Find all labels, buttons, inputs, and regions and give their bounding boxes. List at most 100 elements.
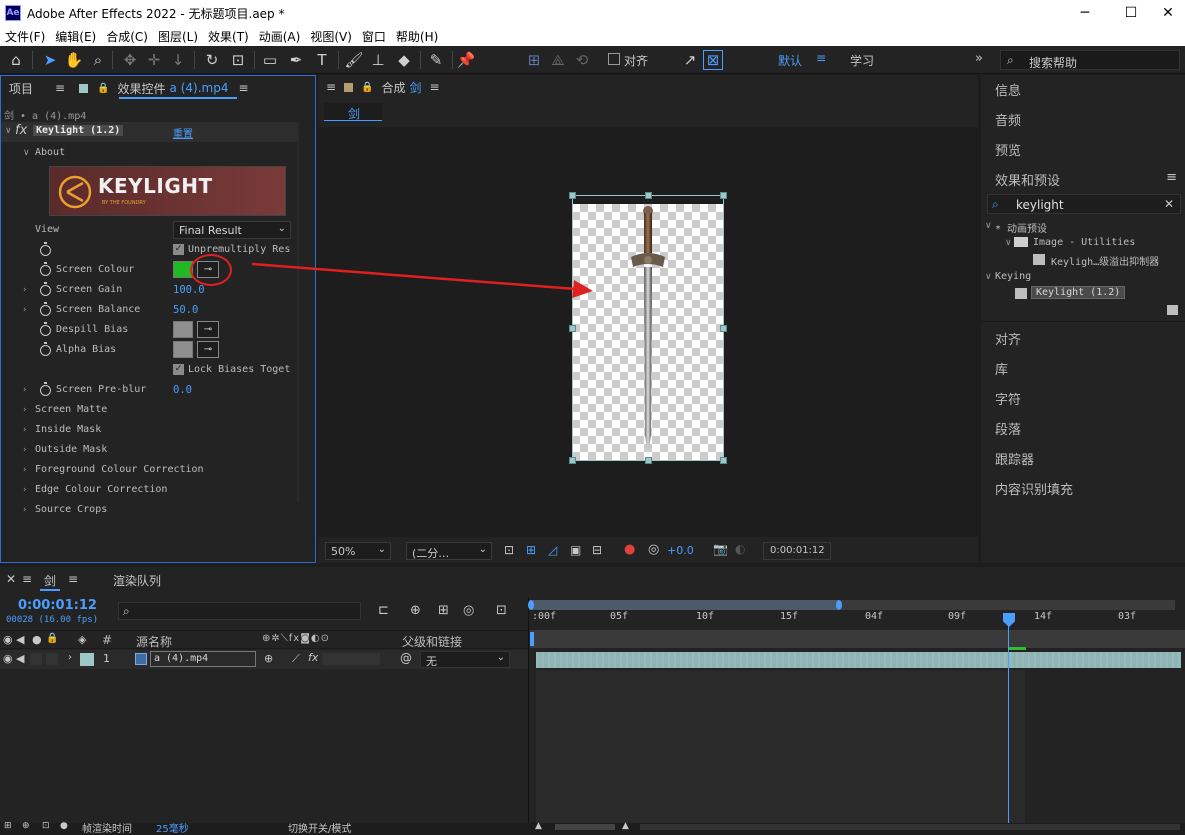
snapshot-icon[interactable]: 📷 bbox=[713, 542, 728, 556]
transparency-grid-icon[interactable]: ⊞ bbox=[526, 543, 536, 557]
reset-link[interactable]: 重置 bbox=[173, 125, 193, 140]
resolution-dropdown[interactable]: (二分… ⌄ bbox=[406, 542, 492, 560]
tab-effect-controls[interactable]: 效果控件 bbox=[118, 80, 166, 97]
work-area-start-handle[interactable] bbox=[528, 600, 534, 610]
toggle-switches-icon[interactable]: ⊞ bbox=[4, 821, 12, 831]
tab-composition[interactable]: 合成 bbox=[382, 79, 406, 96]
panel-effects-presets[interactable]: 效果和预设 bbox=[995, 170, 1060, 189]
eye-icon[interactable]: ◉ bbox=[3, 633, 13, 646]
solo-toggle[interactable] bbox=[30, 653, 42, 665]
panel-paragraph[interactable]: 段落 bbox=[995, 419, 1021, 438]
region-interest-icon[interactable]: ▣ bbox=[570, 543, 581, 557]
panel-align[interactable]: 对齐 bbox=[995, 329, 1021, 348]
tree-keylight-item[interactable]: Keylight (1.2) bbox=[1031, 286, 1126, 299]
new-preset-icon[interactable] bbox=[1167, 305, 1178, 315]
twirl-icon[interactable]: › bbox=[23, 305, 27, 315]
effect-header-row[interactable]: ∨ fx Keylight (1.2) 重置 bbox=[1, 122, 297, 142]
panel-menu-icon[interactable]: ≡ bbox=[326, 80, 336, 94]
fast-preview-icon[interactable]: ⊡ bbox=[504, 543, 514, 557]
menu-window[interactable]: 窗口 bbox=[357, 28, 391, 45]
eraser-tool-icon[interactable]: ◆ bbox=[394, 50, 414, 70]
snap-grid-icon[interactable]: ⊠ bbox=[703, 50, 723, 70]
clear-search-icon[interactable]: ✕ bbox=[1164, 197, 1174, 211]
effects-panel-menu-icon[interactable]: ≡ bbox=[238, 81, 248, 95]
timeline-timecode[interactable]: 0:00:01:12 bbox=[18, 598, 97, 613]
snap-icon-3[interactable]: ⟲ bbox=[572, 50, 592, 70]
comp-subtab[interactable]: 剑 bbox=[324, 103, 382, 121]
comp-mini-flowchart-icon[interactable]: ⊏ bbox=[378, 603, 389, 618]
source-name-header[interactable]: 源名称 bbox=[136, 633, 172, 650]
twirl-icon[interactable]: › bbox=[23, 445, 27, 455]
twirl-icon[interactable]: › bbox=[23, 285, 27, 295]
transform-handle[interactable] bbox=[569, 325, 576, 332]
close-icon[interactable]: ✕ bbox=[6, 572, 16, 586]
transform-handle[interactable] bbox=[569, 192, 576, 199]
lock-icon[interactable]: 🔒 bbox=[46, 633, 58, 644]
twirl-icon[interactable]: › bbox=[23, 465, 27, 475]
menu-composition[interactable]: 合成(C) bbox=[101, 28, 153, 45]
clone-tool-icon[interactable]: ⊥ bbox=[368, 50, 388, 70]
zoom-out-icon[interactable]: ▲ bbox=[535, 821, 542, 831]
search-help-field[interactable]: ⌕ 搜索帮助 bbox=[1000, 50, 1180, 70]
snap-icon-2[interactable]: ⟁ bbox=[548, 50, 568, 70]
color-management-icon[interactable]: ◎ bbox=[648, 542, 659, 557]
panel-audio[interactable]: 音频 bbox=[995, 110, 1021, 129]
anchor-tool-icon[interactable]: ⊡ bbox=[228, 50, 248, 70]
transform-handle[interactable] bbox=[645, 192, 652, 199]
comp-timecode[interactable]: 0:00:01:12 bbox=[763, 542, 831, 560]
tab-comp-name[interactable]: 剑 bbox=[410, 79, 422, 96]
menu-layer[interactable]: 图层(L) bbox=[153, 28, 203, 45]
frame-blending-icon[interactable]: ⊞ bbox=[438, 603, 449, 618]
work-area-range[interactable] bbox=[530, 600, 838, 610]
comp-viewer[interactable] bbox=[318, 127, 978, 537]
panel-library[interactable]: 库 bbox=[995, 359, 1008, 378]
zoom-dropdown[interactable]: 50% ⌄ bbox=[325, 542, 391, 560]
alpha-bias-swatch[interactable] bbox=[173, 341, 193, 358]
transform-handle[interactable] bbox=[569, 457, 576, 464]
exposure-value[interactable]: +0.0 bbox=[667, 544, 694, 557]
snap-arrow-icon[interactable]: ↗ bbox=[680, 50, 700, 70]
type-tool-icon[interactable]: T bbox=[312, 50, 332, 70]
audio-icon[interactable]: ◀ bbox=[16, 633, 24, 646]
timeline-search[interactable]: ⌕ bbox=[118, 602, 361, 620]
snap-icon-1[interactable]: ⊞ bbox=[524, 50, 544, 70]
transform-handle[interactable] bbox=[720, 192, 727, 199]
panel-menu-icon[interactable]: ≡ bbox=[55, 81, 65, 95]
quality-switch-icon[interactable]: ⟋ bbox=[292, 652, 300, 666]
rectangle-tool-icon[interactable]: ▭ bbox=[260, 50, 280, 70]
layer-twirl-icon[interactable]: › bbox=[68, 652, 72, 663]
solo-icon[interactable]: ● bbox=[32, 633, 42, 646]
align-checkbox[interactable] bbox=[608, 53, 620, 65]
workspace-menu-icon[interactable]: ≡ bbox=[816, 51, 826, 65]
stopwatch-icon[interactable] bbox=[40, 282, 51, 296]
menu-view[interactable]: 视图(V) bbox=[305, 28, 357, 45]
toggle-modes-icon[interactable]: ⊕ bbox=[22, 821, 30, 831]
layer-row[interactable]: ◉ ◀ › 1 a (4).mp4 ⊕ ⟋ fx @ 无 ⌄ bbox=[0, 650, 528, 669]
twirl-icon[interactable]: › bbox=[23, 405, 27, 415]
zoom-slider[interactable] bbox=[555, 824, 615, 830]
group-outside-mask[interactable]: Outside Mask bbox=[35, 444, 107, 455]
transform-handle[interactable] bbox=[720, 325, 727, 332]
work-area-bar[interactable] bbox=[528, 600, 1175, 610]
workspace-learn[interactable]: 学习 bbox=[850, 52, 874, 69]
stopwatch-icon[interactable] bbox=[40, 242, 51, 256]
more-workspaces-icon[interactable]: » bbox=[975, 51, 983, 66]
selection-tool-icon[interactable]: ➤ bbox=[40, 50, 60, 70]
group-screen-matte[interactable]: Screen Matte bbox=[35, 404, 107, 415]
twirl-icon[interactable]: ∨ bbox=[985, 272, 992, 282]
tree-image-utilities[interactable]: Image - Utilities bbox=[1033, 237, 1135, 248]
comp-panel-menu-icon[interactable]: ≡ bbox=[430, 80, 440, 94]
panel-content-aware-fill[interactable]: 内容识别填充 bbox=[995, 479, 1073, 498]
tab-timeline-comp[interactable]: 剑 bbox=[44, 572, 56, 589]
menu-effect[interactable]: 效果(T) bbox=[203, 28, 254, 45]
about-twirl-icon[interactable]: ∨ bbox=[23, 148, 30, 158]
lock-toggle[interactable] bbox=[46, 653, 58, 665]
close-button[interactable]: ✕ bbox=[1145, 0, 1185, 26]
brush-tool-icon[interactable]: 🖌 bbox=[344, 50, 364, 70]
render-time-icon[interactable]: ● bbox=[60, 821, 68, 831]
parent-dropdown[interactable]: 无 ⌄ bbox=[420, 651, 510, 668]
group-edge-cc[interactable]: Edge Colour Correction bbox=[35, 484, 167, 495]
stopwatch-icon[interactable] bbox=[40, 302, 51, 316]
guides-icon[interactable]: ⊟ bbox=[592, 543, 602, 557]
eyedropper-icon[interactable]: ⊸ bbox=[197, 341, 219, 358]
